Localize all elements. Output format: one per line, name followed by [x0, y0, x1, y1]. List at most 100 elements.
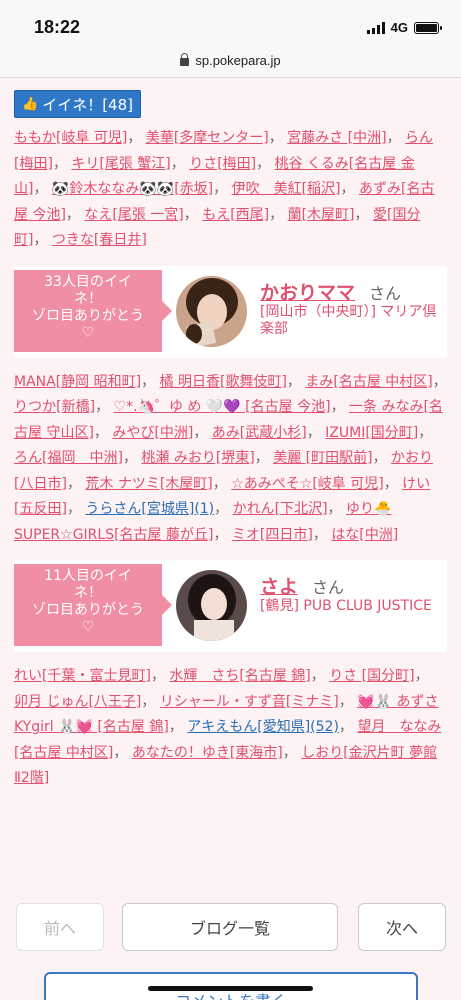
badge-line: ゾロ目ありがとう	[32, 307, 144, 324]
badge-line: 11人目のイイ	[44, 568, 132, 584]
liker-name-link[interactable]: つきな[春日井]	[52, 232, 147, 248]
badge-line: ネ！	[74, 585, 102, 601]
separator: ，	[93, 424, 113, 441]
separator: ，	[65, 206, 85, 223]
separator: ，	[141, 693, 160, 710]
liker-name-link[interactable]: ♡*.🦄゜ゆ め 🤍💜 [名古屋 今池]	[114, 399, 331, 415]
separator: ，	[312, 526, 332, 543]
liker-name-link[interactable]: かれん[下北沢]	[233, 501, 328, 517]
liker-name-link[interactable]: ミオ[四日市]	[232, 527, 313, 543]
girl-name-link[interactable]: かおりママ さん	[260, 278, 401, 305]
separator: ，	[383, 475, 403, 492]
liker-name-link[interactable]: ☆あみぺそ☆[岐阜 可児]	[231, 476, 383, 492]
girl-name-link[interactable]: さよ さん	[260, 572, 344, 599]
badge-line: ゾロ目ありがとう	[32, 602, 144, 618]
liker-name-link[interactable]: あなたの！ゆき[東海市]	[132, 745, 283, 761]
blog-list-button[interactable]: ブログ一覧	[122, 903, 338, 951]
milestone-card: 33人目のイイ ネ！ ゾロ目ありがとう ♡ かおりママ さん [岡山市（中央町）]…	[14, 265, 447, 358]
separator: ，	[432, 373, 447, 390]
separator: ，	[286, 373, 306, 390]
separator: ，	[193, 424, 212, 441]
liker-name-link[interactable]: リシャール・すず音[ミナミ]	[160, 694, 339, 710]
separator: ，	[122, 450, 142, 466]
liker-name-link[interactable]: りさ [国分町]	[329, 668, 414, 684]
separator: ，	[141, 373, 160, 390]
separator: ，	[282, 744, 302, 761]
liker-name-link[interactable]: 荒木 ナツミ[木屋町]	[85, 476, 212, 492]
separator: ，	[113, 744, 132, 761]
separator: ，	[268, 130, 288, 146]
separator: ，	[66, 475, 86, 492]
separator: ，	[183, 206, 203, 223]
separator: ，	[33, 181, 52, 197]
separator: ，	[327, 501, 346, 517]
liker-list: MANA[静岡 昭和町]， 橘 明日香[歌舞伎町]， まみ[名古屋 中村区]， …	[14, 370, 447, 549]
liker-name-link[interactable]: みやび[中洲]	[112, 425, 193, 441]
status-icons: 4G	[366, 20, 442, 35]
liker-name-link[interactable]: 伊吹 美紅[稲沢]	[232, 181, 341, 197]
liker-name-link[interactable]: 🐼鈴木ななみ🐼🐼[赤坂]	[52, 181, 213, 197]
liker-name-link[interactable]: 卯月 じゅん[八王子]	[14, 694, 141, 710]
like-button[interactable]: 👍 イイネ！[48]	[14, 90, 141, 118]
liker-name-link[interactable]: はな[中洲]	[331, 527, 398, 543]
separator: ，	[170, 155, 190, 172]
liker-name-link[interactable]: ももか[岐阜 可児]	[14, 130, 127, 146]
liker-name-link[interactable]: りさ[梅田]	[189, 156, 256, 172]
honorific: さん	[369, 283, 402, 303]
milestone-badge: 33人目のイイ ネ！ ゾロ目ありがとう ♡	[14, 269, 172, 352]
honorific: さん	[312, 578, 345, 597]
status-time: 18:22	[34, 17, 81, 37]
avatar[interactable]	[176, 570, 247, 641]
separator: ，	[414, 668, 429, 684]
separator: ，	[213, 181, 232, 197]
liker-name-link[interactable]: もえ[西尾]	[202, 207, 269, 223]
signal-icon	[366, 21, 385, 34]
status-bar: 18:22 4G	[0, 0, 461, 44]
liker-name-link[interactable]: 橘 明日香[歌舞伎町]	[160, 374, 287, 390]
separator: ，	[340, 181, 359, 197]
prev-button[interactable]: 前へ	[16, 903, 104, 951]
separator: ，	[33, 232, 52, 248]
url-bar[interactable]: sp.pokepara.jp	[0, 44, 461, 78]
liker-name-link[interactable]: 桃瀬 みおり[堺東]	[141, 450, 254, 466]
liker-name-link[interactable]: IZUMI[国分町]	[325, 425, 418, 441]
heart-icon: ♡	[81, 324, 95, 341]
separator: ，	[354, 206, 373, 223]
liker-name-link[interactable]: キリ[尾張 蟹江]	[71, 156, 170, 172]
liker-name-link[interactable]: ろん[福岡 中洲]	[14, 450, 123, 466]
separator: ，	[310, 668, 330, 684]
network-label: 4G	[390, 20, 408, 35]
liker-name-link[interactable]: MANA[静岡 昭和町]	[14, 374, 141, 390]
avatar[interactable]	[176, 275, 247, 347]
next-button[interactable]: 次へ	[358, 903, 446, 951]
separator: ，	[256, 155, 275, 172]
liker-name-link[interactable]: 水輝 さち[名古屋 錦]	[169, 668, 310, 684]
badge-line: ネ！	[74, 290, 102, 307]
liker-name-link[interactable]: あみ[武蔵小杉]	[212, 425, 307, 441]
shop-name: [岡山市（中央町）] マリア倶楽部	[260, 303, 437, 337]
main-content: 👍 イイネ！[48] ももか[岐阜 可児]， 美華[多摩センター]， 宮藤みさ …	[0, 78, 461, 792]
separator: ，	[330, 399, 350, 415]
separator: ，	[212, 475, 232, 492]
liker-name-link[interactable]: まみ[名古屋 中村区]	[305, 374, 432, 390]
liker-name-link[interactable]: 美華[多摩センター]	[146, 130, 269, 146]
liker-name-link[interactable]: なえ[尾張 一宮]	[84, 207, 183, 223]
separator: ，	[214, 501, 233, 517]
battery-icon	[414, 21, 442, 34]
liker-name-link[interactable]: うらさん[宮城県](1)	[85, 501, 214, 517]
liker-name-link[interactable]: 蘭[木屋町]	[288, 207, 355, 223]
lock-icon	[180, 53, 190, 66]
liker-name-link[interactable]: アキえもん[愛知県](52)	[187, 719, 339, 735]
badge-line: 33人目のイイ	[44, 273, 132, 290]
separator: ，	[168, 719, 188, 735]
liker-name-link[interactable]: りつか[新橋]	[14, 399, 95, 415]
separator: ，	[386, 130, 406, 146]
thumbs-up-icon: 👍	[22, 96, 39, 112]
url-text: sp.pokepara.jp	[195, 53, 281, 68]
liker-name-link[interactable]: 美麗 [町田駅前]	[273, 450, 372, 466]
separator: ，	[95, 399, 114, 415]
liker-name-link[interactable]: れい[千葉・富士見町]	[14, 668, 151, 684]
separator: ，	[306, 424, 326, 441]
liker-name-link[interactable]: 宮藤みさ [中洲]	[287, 130, 386, 146]
milestone-badge: 11人目のイイ ネ！ ゾロ目ありがとう ♡	[14, 564, 172, 646]
